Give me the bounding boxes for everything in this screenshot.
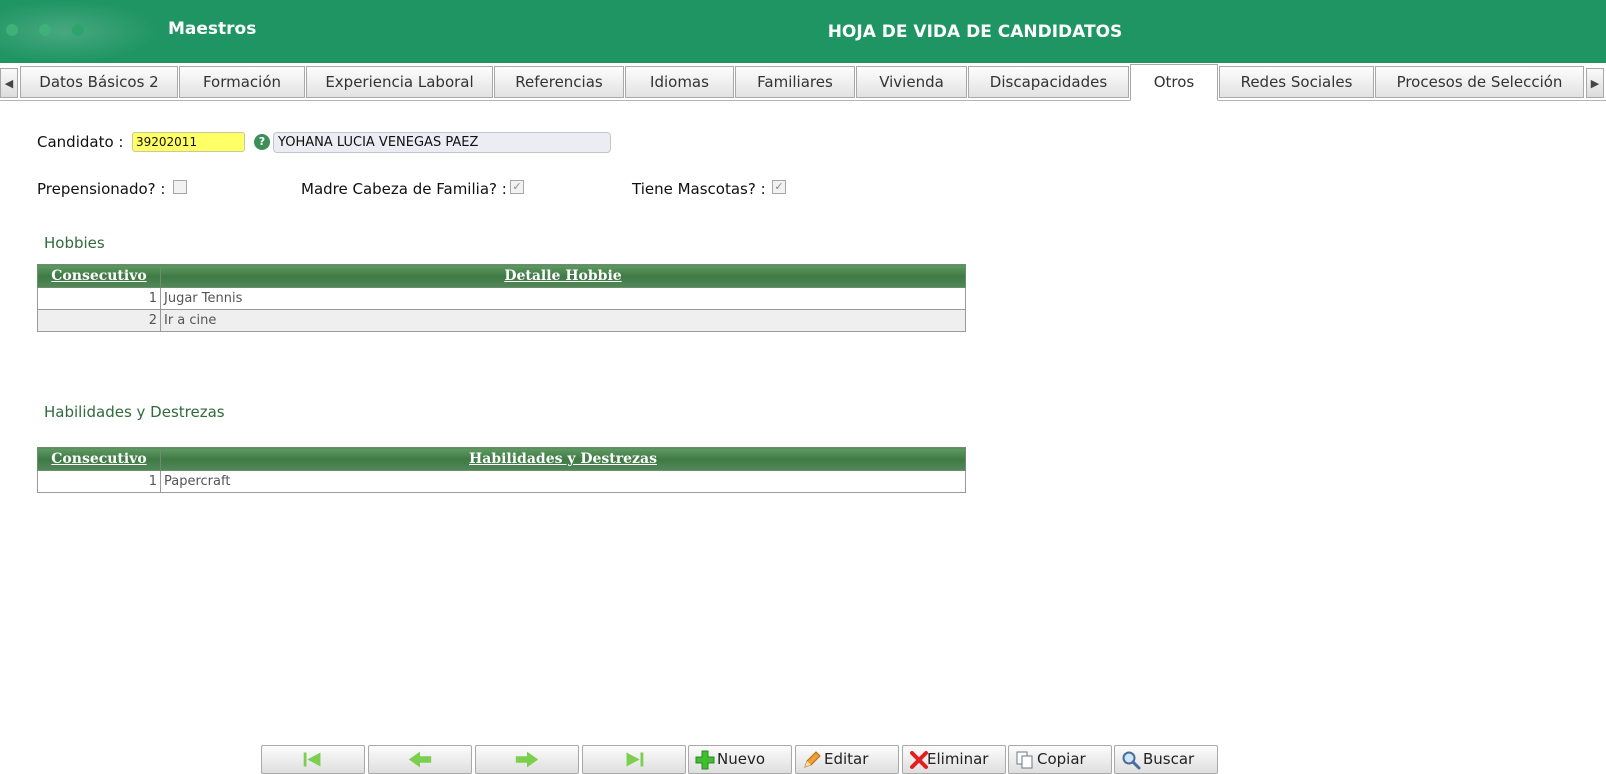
tab-formacion[interactable]: Formación <box>179 66 305 98</box>
mascotas-checkbox[interactable]: ✓ <box>772 180 786 194</box>
page-title: HOJA DE VIDA DE CANDIDATOS <box>827 22 1123 42</box>
row-number: 1 <box>37 287 161 310</box>
tab-vivienda[interactable]: Vivienda <box>856 66 967 98</box>
help-circle-icon[interactable]: ? <box>254 134 270 150</box>
window-dot-icon <box>72 24 84 36</box>
tab-familiares[interactable]: Familiares <box>735 66 855 98</box>
tab-procesos-de-seleccion[interactable]: Procesos de Selección <box>1375 66 1584 98</box>
tab-bar: ◀ Datos Básicos 2 Formación Experiencia … <box>0 64 1606 101</box>
next-record-icon <box>515 751 539 768</box>
plus-icon <box>695 750 715 770</box>
editar-button[interactable]: Editar <box>795 745 899 774</box>
first-record-icon <box>303 752 321 767</box>
previous-record-icon <box>408 751 432 768</box>
delete-x-icon <box>910 751 928 769</box>
search-icon <box>1122 751 1141 770</box>
tab-referencias[interactable]: Referencias <box>494 66 624 98</box>
tab-idiomas[interactable]: Idiomas <box>625 66 734 98</box>
candidate-code-input[interactable]: 39202011 <box>132 132 245 152</box>
column-header-detalle-hobbie[interactable]: Detalle Hobbie <box>160 264 966 288</box>
editar-label: Editar <box>824 750 869 768</box>
table-row[interactable]: 1 Jugar Tennis <box>37 287 966 310</box>
tab-otros[interactable]: Otros <box>1130 64 1218 101</box>
column-header-consecutivo[interactable]: Consecutivo <box>37 264 161 288</box>
hobbies-table: Consecutivo Detalle Hobbie 1 Jugar Tenni… <box>37 264 966 332</box>
buscar-label: Buscar <box>1143 750 1195 768</box>
copy-icon <box>1016 751 1033 769</box>
nuevo-label: Nuevo <box>717 750 766 768</box>
app-title: Maestros <box>168 19 257 39</box>
tab-scroll-right-button[interactable]: ▶ <box>1586 68 1604 98</box>
copiar-button[interactable]: Copiar <box>1008 745 1112 774</box>
tab-redes-sociales[interactable]: Redes Sociales <box>1219 66 1374 98</box>
copiar-label: Copiar <box>1037 750 1086 768</box>
tab-discapacidades[interactable]: Discapacidades <box>968 66 1129 98</box>
hobbies-title: Hobbies <box>44 234 105 252</box>
tab-scroll-left-button[interactable]: ◀ <box>0 68 18 98</box>
eliminar-label: Eliminar <box>927 750 989 768</box>
candidate-name-field: YOHANA LUCIA VENEGAS PAEZ <box>273 132 611 153</box>
column-header-habilidades[interactable]: Habilidades y Destrezas <box>160 447 966 471</box>
table-row[interactable]: 2 Ir a cine <box>37 309 966 332</box>
mascotas-label: Tiene Mascotas? : <box>632 180 766 198</box>
eliminar-button[interactable]: Eliminar <box>902 745 1006 774</box>
prepensionado-label: Prepensionado? : <box>37 180 166 198</box>
buscar-button[interactable]: Buscar <box>1114 745 1218 774</box>
madre-cabeza-label: Madre Cabeza de Familia? : <box>301 180 507 198</box>
pencil-icon <box>804 751 821 768</box>
row-detail: Papercraft <box>160 470 966 493</box>
triangle-right-icon: ▶ <box>1590 77 1600 90</box>
row-detail: Jugar Tennis <box>160 287 966 310</box>
candidate-label: Candidato : <box>37 133 124 151</box>
prepensionado-checkbox[interactable] <box>173 180 187 194</box>
table-row[interactable]: 1 Papercraft <box>37 470 966 493</box>
tab-datos-basicos-2[interactable]: Datos Básicos 2 <box>20 66 178 98</box>
previous-record-button[interactable] <box>368 745 472 774</box>
tab-experiencia-laboral[interactable]: Experiencia Laboral <box>306 66 493 98</box>
triangle-left-icon: ◀ <box>4 77 14 90</box>
nuevo-button[interactable]: Nuevo <box>688 745 792 774</box>
madre-cabeza-checkbox[interactable]: ✓ <box>510 180 524 194</box>
skills-table: Consecutivo Habilidades y Destrezas 1 Pa… <box>37 447 966 493</box>
skills-title: Habilidades y Destrezas <box>44 403 225 421</box>
row-number: 2 <box>37 309 161 332</box>
first-record-button[interactable] <box>261 745 365 774</box>
last-record-button[interactable] <box>582 745 686 774</box>
column-header-consecutivo[interactable]: Consecutivo <box>37 447 161 471</box>
window-dot-icon <box>39 24 51 36</box>
row-number: 1 <box>37 470 161 493</box>
row-detail: Ir a cine <box>160 309 966 332</box>
last-record-icon <box>626 752 644 767</box>
app-header: Maestros HOJA DE VIDA DE CANDIDATOS <box>0 0 1606 63</box>
window-dot-icon <box>6 24 18 36</box>
next-record-button[interactable] <box>475 745 579 774</box>
